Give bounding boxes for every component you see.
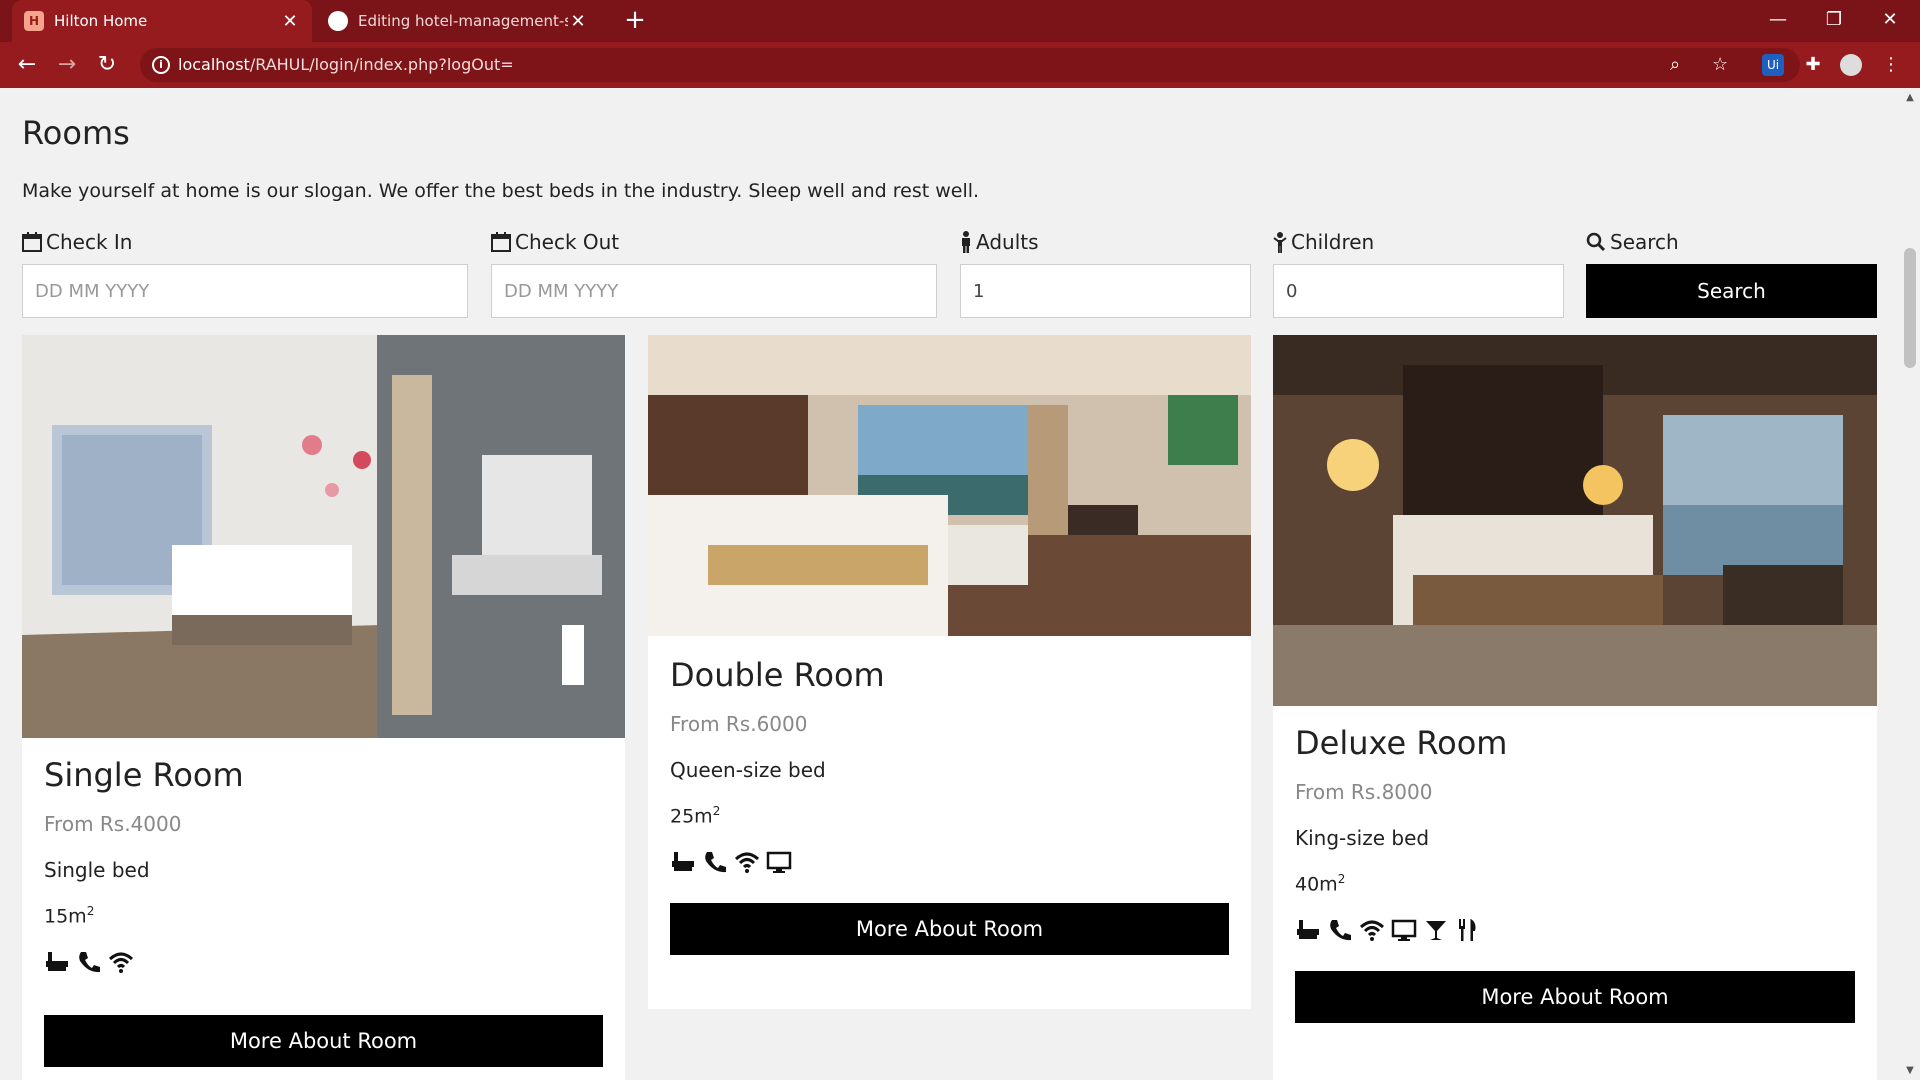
room-bed: Queen-size bed [670,758,826,782]
room-card-double: Double Room From Rs.6000 Queen-size bed … [648,335,1251,1009]
more-about-room-button[interactable]: More About Room [44,1015,603,1068]
room-name: Double Room [670,656,885,694]
window-close-icon[interactable]: ✕ [1862,0,1918,42]
page-tagline: Make yourself at home is our slogan. We … [22,180,980,202]
kebab-menu-icon[interactable]: ⋮ [1880,54,1902,76]
hilton-favicon-icon: H [24,11,44,31]
room-name: Deluxe Room [1295,724,1508,762]
scroll-down-arrow-icon[interactable]: ▼ [1904,1065,1916,1076]
tab-github-editing[interactable]: Editing hotel-management-syste ✕ [316,0,600,42]
site-info-icon[interactable]: i [152,56,170,74]
tv-icon [1391,920,1417,942]
bath-icon [1297,920,1319,940]
bookmark-star-icon[interactable]: ☆ [1712,54,1728,75]
search-label: Search [1586,228,1877,256]
tab-title: Editing hotel-management-syste [358,12,568,30]
check-out-label: Check Out [491,228,937,256]
search-icon [1586,232,1606,252]
room-bed: Single bed [44,858,150,882]
phone-icon [79,952,100,973]
double-room-photo [648,335,1251,636]
phone-icon [1330,920,1351,941]
wifi-icon [734,852,760,874]
extensions-puzzle-icon[interactable]: ✚ [1802,54,1824,76]
cocktail-icon [1426,921,1446,941]
page-content: Rooms Make yourself at home is our sloga… [0,88,1900,1080]
scroll-up-arrow-icon[interactable]: ▲ [1904,92,1916,103]
address-bar-row: ← → ↻ i localhost/RAHUL/login/index.php?… [0,42,1920,88]
back-arrow-icon[interactable]: ← [12,50,42,80]
github-favicon-icon [328,11,348,31]
wifi-icon [108,952,134,974]
bath-icon [46,952,68,972]
check-in-label: Check In [22,228,468,256]
adults-field: Adults 1 [960,228,1251,318]
children-label: Children [1273,228,1564,256]
bath-icon [672,852,694,872]
restaurant-icon [1459,919,1476,942]
calendar-icon [22,232,42,252]
children-field: Children 0 [1273,228,1564,318]
check-out-field: Check Out DD MM YYYY [491,228,937,318]
calendar-icon [491,232,511,252]
url-bar[interactable]: i localhost/RAHUL/login/index.php?logOut… [140,48,1800,82]
amenity-list [44,947,603,977]
scrollbar-thumb[interactable] [1904,248,1916,368]
room-name: Single Room [44,756,244,794]
room-price: From Rs.4000 [44,812,182,836]
forward-arrow-icon[interactable]: → [52,50,82,80]
adults-input[interactable]: 1 [960,264,1251,318]
room-size: 40m2 [1295,872,1346,896]
minimize-icon[interactable]: — [1750,0,1806,42]
close-icon[interactable]: ✕ [568,11,588,32]
tab-title: Hilton Home [54,12,148,30]
room-size: 15m2 [44,904,95,928]
tab-hilton-home[interactable]: H Hilton Home ✕ [12,0,312,42]
deluxe-room-photo [1273,335,1877,706]
phone-icon [705,852,726,873]
children-input[interactable]: 0 [1273,264,1564,318]
room-card-single: Single Room From Rs.4000 Single bed 15m2… [22,335,625,1080]
url-text[interactable]: localhost/RAHUL/login/index.php?logOut= [178,55,514,74]
page-scrollbar[interactable]: ▲ ▼ [1900,88,1920,1080]
profile-avatar[interactable] [1840,54,1862,76]
room-size: 25m2 [670,804,721,828]
child-icon [1273,232,1287,253]
amenity-list [1295,915,1855,945]
more-about-room-button[interactable]: More About Room [670,903,1229,956]
room-card-deluxe: Deluxe Room From Rs.8000 King-size bed 4… [1273,335,1877,1080]
check-out-input[interactable]: DD MM YYYY [491,264,937,318]
browser-tab-bar: H Hilton Home ✕ Editing hotel-management… [0,0,1920,42]
reload-icon[interactable]: ↻ [92,50,122,80]
adults-label: Adults [960,228,1251,256]
check-in-field: Check In DD MM YYYY [22,228,468,318]
zoom-icon[interactable]: ⌕ [1670,54,1680,75]
uipath-extension-icon[interactable]: Ui [1762,54,1784,76]
male-person-icon [962,231,970,253]
restore-icon[interactable]: ❐ [1806,0,1862,42]
search-button[interactable]: Search [1586,264,1877,318]
room-price: From Rs.8000 [1295,780,1433,804]
more-about-room-button[interactable]: More About Room [1295,971,1855,1024]
wifi-icon [1359,920,1385,942]
close-icon[interactable]: ✕ [280,11,300,32]
check-in-input[interactable]: DD MM YYYY [22,264,468,318]
tv-icon [766,852,792,874]
single-room-photo [22,335,625,738]
room-price: From Rs.6000 [670,712,808,736]
amenity-list [670,847,1229,877]
room-bed: King-size bed [1295,826,1430,850]
page-title: Rooms [22,114,130,152]
search-field: Search Search [1586,228,1877,318]
new-tab-button[interactable]: + [620,6,650,36]
